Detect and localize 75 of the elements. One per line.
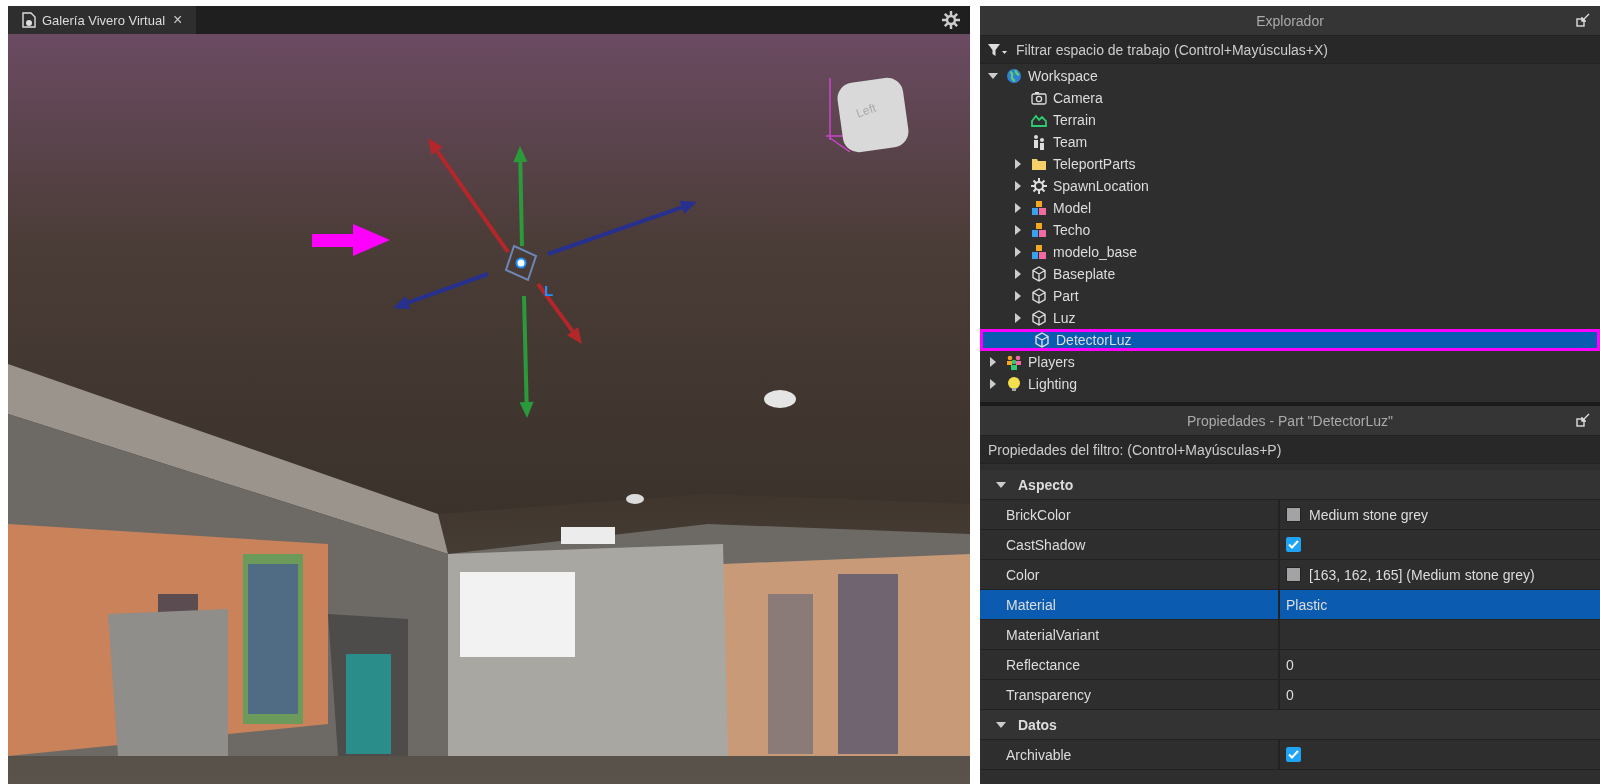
checkbox[interactable]	[1286, 537, 1301, 552]
expand-arrow-icon[interactable]	[1013, 203, 1023, 213]
filter-field[interactable]: Propiedades del filtro: (Control+Mayúsculas+P)	[980, 436, 1600, 464]
cube-icon	[1031, 288, 1047, 304]
document-tab[interactable]: Galería Vivero Virtual ×	[8, 6, 197, 34]
collapse-arrow-icon[interactable]	[996, 479, 1006, 490]
tree-item[interactable]: Model	[980, 197, 1600, 219]
blocks-icon	[1031, 244, 1047, 260]
tree-item[interactable]: Techo	[980, 219, 1600, 241]
globe-icon	[1006, 68, 1022, 84]
tree-item[interactable]: Luz	[980, 307, 1600, 329]
tree-item[interactable]: Players	[980, 351, 1600, 373]
expand-arrow-icon[interactable]	[988, 71, 998, 81]
tree-item[interactable]: Camera	[980, 87, 1600, 109]
people-icon	[1006, 354, 1022, 370]
color-swatch[interactable]	[1286, 567, 1301, 582]
tree-item[interactable]: SpawnLocation	[980, 175, 1600, 197]
property-row[interactable]: MaterialVariant	[980, 620, 1600, 650]
property-value: 0	[1286, 656, 1294, 673]
gear-icon	[1031, 178, 1047, 194]
tree-item[interactable]: DetectorLuz	[980, 329, 1600, 351]
tree-item[interactable]: Terrain	[980, 109, 1600, 131]
cube-icon	[1034, 332, 1050, 348]
expand-arrow-icon[interactable]	[1013, 159, 1023, 169]
undock-button[interactable]	[1576, 13, 1590, 27]
cube-icon	[1031, 266, 1047, 282]
expand-arrow-icon[interactable]	[1013, 247, 1023, 257]
filter-icon	[988, 43, 1008, 56]
color-swatch[interactable]	[1286, 507, 1301, 522]
expand-arrow-icon[interactable]	[1013, 313, 1023, 323]
expand-arrow-icon[interactable]	[1013, 181, 1023, 191]
tree-item[interactable]: TeleportParts	[980, 153, 1600, 175]
property-value: 0	[1286, 686, 1294, 703]
cube-icon	[1031, 310, 1047, 326]
document-icon	[22, 12, 36, 28]
property-row[interactable]: Color [163, 162, 165] (Medium stone grey)	[980, 560, 1600, 590]
blocks-icon	[1031, 200, 1047, 216]
tree-item[interactable]: Baseplate	[980, 263, 1600, 285]
folder-icon	[1031, 156, 1047, 172]
expand-arrow-icon[interactable]	[1013, 225, 1023, 235]
tree-item[interactable]: Lighting	[980, 373, 1600, 395]
close-button[interactable]: ×	[171, 11, 185, 29]
property-row[interactable]: CastShadow	[980, 530, 1600, 560]
camera-icon	[1031, 90, 1047, 106]
blocks-icon	[1031, 222, 1047, 238]
property-name: Archivable	[980, 740, 1280, 769]
terrain-icon	[1031, 112, 1047, 128]
property-value: Medium stone grey	[1309, 506, 1429, 523]
property-row[interactable]: BrickColor Medium stone grey	[980, 500, 1600, 530]
tree-item[interactable]: modelo_base	[980, 241, 1600, 263]
bulb-icon	[1006, 376, 1022, 392]
panel-title: Propiedades - Part "DetectorLuz"	[980, 406, 1600, 436]
gear-icon	[942, 11, 960, 29]
tree-item[interactable]: Team	[980, 131, 1600, 153]
panel-title: Explorador	[980, 6, 1600, 36]
people-icon	[1031, 134, 1047, 150]
property-row[interactable]: Material Plastic	[980, 590, 1600, 620]
checkbox[interactable]	[1286, 747, 1301, 762]
property-value: Plastic	[1286, 596, 1328, 613]
expand-arrow-icon[interactable]	[1013, 291, 1023, 301]
tree-item[interactable]: Workspace	[980, 65, 1600, 87]
ceiling-lamp	[561, 527, 615, 544]
section-header[interactable]: Aspecto	[980, 470, 1600, 500]
tree-item[interactable]: Part	[980, 285, 1600, 307]
expand-arrow-icon[interactable]	[1013, 269, 1023, 279]
expand-arrow-icon[interactable]	[988, 379, 998, 389]
property-value: [163, 162, 165] (Medium stone grey)	[1309, 566, 1535, 583]
undock-button[interactable]	[1576, 413, 1590, 427]
property-row[interactable]: Reflectance 0	[980, 650, 1600, 680]
property-row[interactable]: Archivable	[980, 740, 1600, 770]
filter-field[interactable]: Filtrar espacio de trabajo (Control+Mayúsculas+X)	[980, 36, 1600, 64]
expand-arrow-icon[interactable]	[988, 357, 998, 367]
section-header[interactable]: Datos	[980, 710, 1600, 740]
collapse-arrow-icon[interactable]	[996, 719, 1006, 730]
property-row[interactable]: Transparency 0	[980, 680, 1600, 710]
